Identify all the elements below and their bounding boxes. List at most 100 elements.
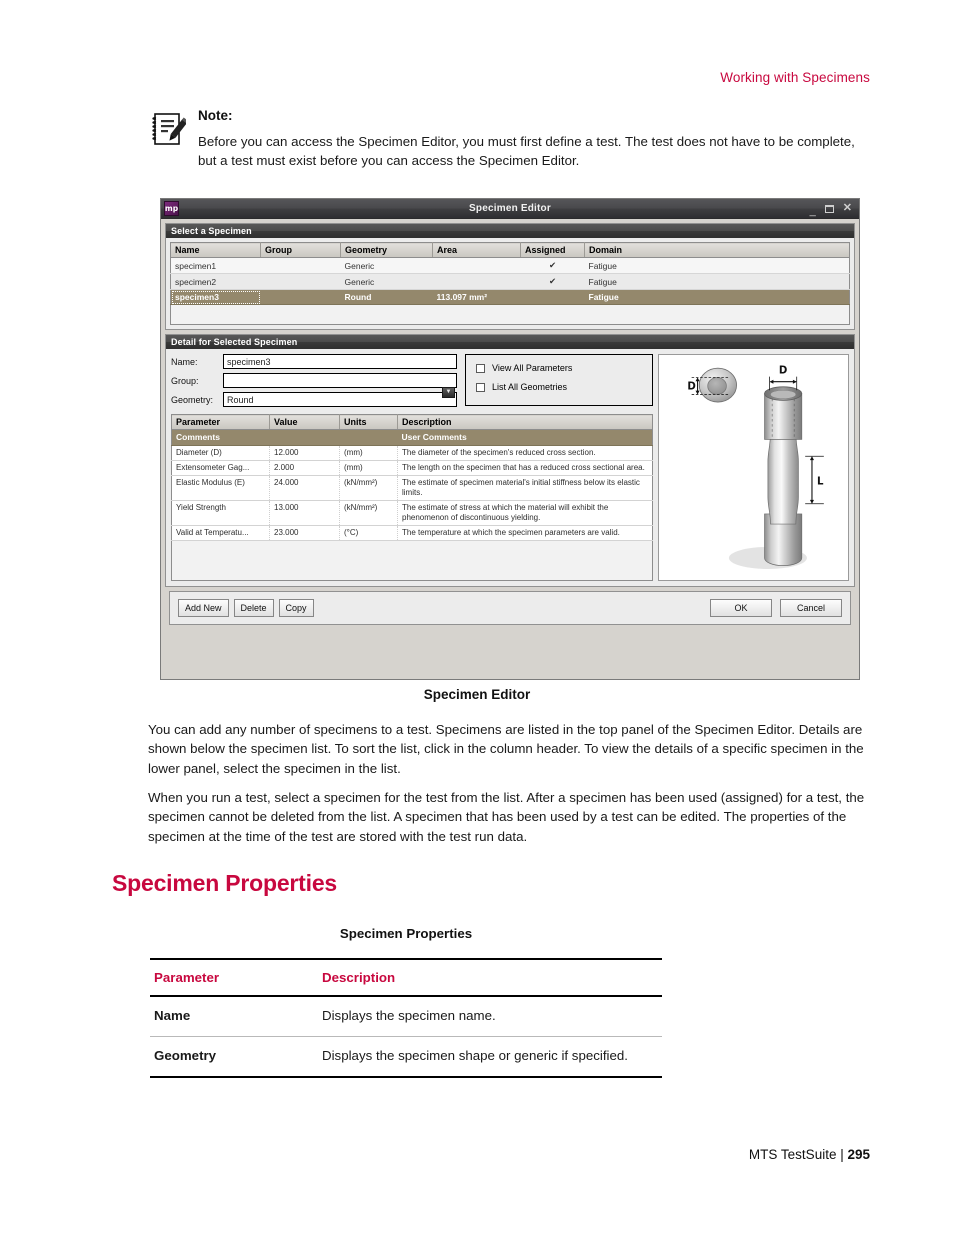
cell-area	[432, 257, 521, 274]
geometry-field-row: Geometry: Round ▼	[171, 386, 457, 407]
cell-assigned-check	[520, 289, 585, 305]
cell-description: The length on the specimen that has a re…	[397, 460, 653, 476]
checkbox-icon[interactable]	[476, 382, 485, 392]
cell-description: Displays the specimen shape or generic i…	[310, 1036, 662, 1078]
svg-text:D: D	[779, 365, 787, 376]
note-text: Before you can access the Specimen Edito…	[198, 134, 855, 169]
cell-description: Displays the specimen name.	[310, 996, 662, 1037]
checkbox-label: View All Parameters	[492, 363, 573, 373]
checkbox-view-all-parameters[interactable]: View All Parameters	[476, 363, 642, 373]
specimen-list-empty-area	[170, 305, 850, 325]
geometry-select[interactable]: Round	[223, 392, 457, 407]
select-specimen-header: Select a Specimen	[166, 224, 854, 238]
parameter-table-header-row[interactable]: Parameter Value Units Description	[171, 414, 653, 430]
table-row[interactable]: Diameter (D) 12.000 (mm) The diameter of…	[171, 445, 653, 461]
delete-button[interactable]: Delete	[233, 598, 274, 617]
close-icon[interactable]: ✕	[843, 203, 852, 214]
maximize-icon[interactable]	[824, 204, 834, 213]
column-header-description[interactable]: Description	[397, 414, 653, 430]
column-header-parameter[interactable]: Parameter	[171, 414, 270, 430]
cell-value: 12.000	[269, 445, 340, 461]
ok-button[interactable]: OK	[710, 598, 772, 617]
table-row: Geometry Displays the specimen shape or …	[150, 1036, 662, 1078]
column-header-domain[interactable]: Domain	[584, 242, 850, 258]
cell-parameter: Geometry	[150, 1036, 310, 1078]
footer-label: MTS TestSuite |	[748, 1147, 848, 1162]
column-header-name[interactable]: Name	[170, 242, 261, 258]
cancel-button[interactable]: Cancel	[780, 598, 842, 617]
column-header-group[interactable]: Group	[260, 242, 341, 258]
cell-parameter: Yield Strength	[171, 500, 270, 526]
cell-group	[260, 273, 341, 290]
cell-value: 2.000	[269, 460, 340, 476]
cell-assigned-check: ✔	[520, 273, 585, 290]
name-input[interactable]: specimen3	[223, 354, 457, 369]
checkbox-list-all-geometries[interactable]: List All Geometries	[476, 382, 642, 392]
specimen-editor-window: mp Specimen Editor _ ✕ Select a Specimen	[160, 198, 860, 680]
name-field-row: Name: specimen3	[171, 354, 457, 369]
column-header-area[interactable]: Area	[432, 242, 521, 258]
table-row[interactable]: Elastic Modulus (E) 24.000 (kN/mm²) The …	[171, 475, 653, 501]
window-titlebar: mp Specimen Editor _ ✕	[161, 199, 859, 219]
round-specimen-diagram: D D L	[662, 358, 845, 577]
cell-area: 113.097 mm²	[432, 289, 521, 305]
cell-group	[260, 257, 341, 274]
page-footer: MTS TestSuite | 295	[749, 1147, 870, 1162]
cell-parameter: Valid at Temperatu...	[171, 525, 270, 541]
group-input[interactable]	[223, 373, 457, 388]
specimen-list-table[interactable]: Name Group Geometry Area Assigned Domain…	[170, 242, 850, 305]
table-row[interactable]: Extensometer Gag... 2.000 (mm) The lengt…	[171, 460, 653, 476]
cell-name: specimen1	[170, 257, 261, 274]
column-header-geometry[interactable]: Geometry	[340, 242, 433, 258]
table-row[interactable]: specimen1 Generic ✔ Fatigue	[170, 257, 850, 274]
cell-units	[339, 429, 398, 446]
table-row-selected[interactable]: specimen3 Round 113.097 mm² Fatigue	[170, 289, 850, 305]
cell-parameter: Elastic Modulus (E)	[171, 475, 270, 501]
cell-value	[269, 429, 340, 446]
note-title: Note:	[198, 108, 233, 123]
copy-button[interactable]: Copy	[278, 598, 314, 617]
cell-description: User Comments	[397, 429, 653, 446]
window-title: Specimen Editor	[469, 203, 551, 214]
cell-description: The estimate of stress at which the mate…	[397, 500, 653, 526]
cell-geometry: Round	[340, 289, 433, 305]
checkbox-label: List All Geometries	[492, 382, 568, 392]
parameter-table-empty-area	[171, 540, 653, 581]
column-header-assigned[interactable]: Assigned	[520, 242, 585, 258]
specimen-table-header-row[interactable]: Name Group Geometry Area Assigned Domain	[170, 242, 850, 258]
cell-group	[260, 289, 341, 305]
group-label: Group:	[171, 375, 199, 386]
svg-text:D: D	[687, 381, 695, 392]
select-specimen-panel: Select a Specimen Name Group Geometry Ar…	[165, 223, 855, 330]
cell-name: specimen3	[170, 289, 261, 305]
minimize-icon[interactable]: _	[810, 206, 816, 217]
cell-value: 13.000	[269, 500, 340, 526]
column-header-value[interactable]: Value	[269, 414, 340, 430]
detail-panel-header: Detail for Selected Specimen	[166, 335, 854, 349]
table-row[interactable]: specimen2 Generic ✔ Fatigue	[170, 273, 850, 290]
checkbox-icon[interactable]	[476, 363, 485, 373]
cell-name: specimen2	[170, 273, 261, 290]
chevron-down-icon[interactable]: ▼	[442, 386, 455, 398]
cell-units: (kN/mm²)	[339, 500, 398, 526]
table-row-comments[interactable]: Comments User Comments	[171, 429, 653, 446]
geometry-label: Geometry:	[171, 394, 214, 405]
figure-caption: Specimen Editor	[423, 687, 531, 702]
cell-assigned-check: ✔	[520, 257, 585, 274]
column-header-units[interactable]: Units	[339, 414, 398, 430]
page-title: Specimen Properties	[112, 870, 338, 896]
specimen-illustration-panel: D D L	[658, 354, 849, 581]
cell-geometry: Generic	[340, 257, 433, 274]
cell-parameter: Name	[150, 996, 310, 1037]
cell-units: (mm)	[339, 445, 398, 461]
body-paragraph-1: You can add any number of specimens to a…	[148, 722, 864, 776]
table-row[interactable]: Yield Strength 13.000 (kN/mm²) The estim…	[171, 500, 653, 526]
table-row[interactable]: Valid at Temperatu... 23.000 (°C) The te…	[171, 525, 653, 541]
parameter-table[interactable]: Parameter Value Units Description Commen…	[171, 414, 653, 541]
options-box: View All Parameters List All Geometries	[465, 354, 653, 406]
cell-domain: Fatigue	[584, 289, 850, 305]
add-new-button[interactable]: Add New	[178, 598, 229, 617]
column-header-parameter: Parameter	[150, 958, 310, 997]
running-head: Working with Specimens	[720, 70, 870, 85]
cell-description: The diameter of the specimen's reduced c…	[397, 445, 653, 461]
